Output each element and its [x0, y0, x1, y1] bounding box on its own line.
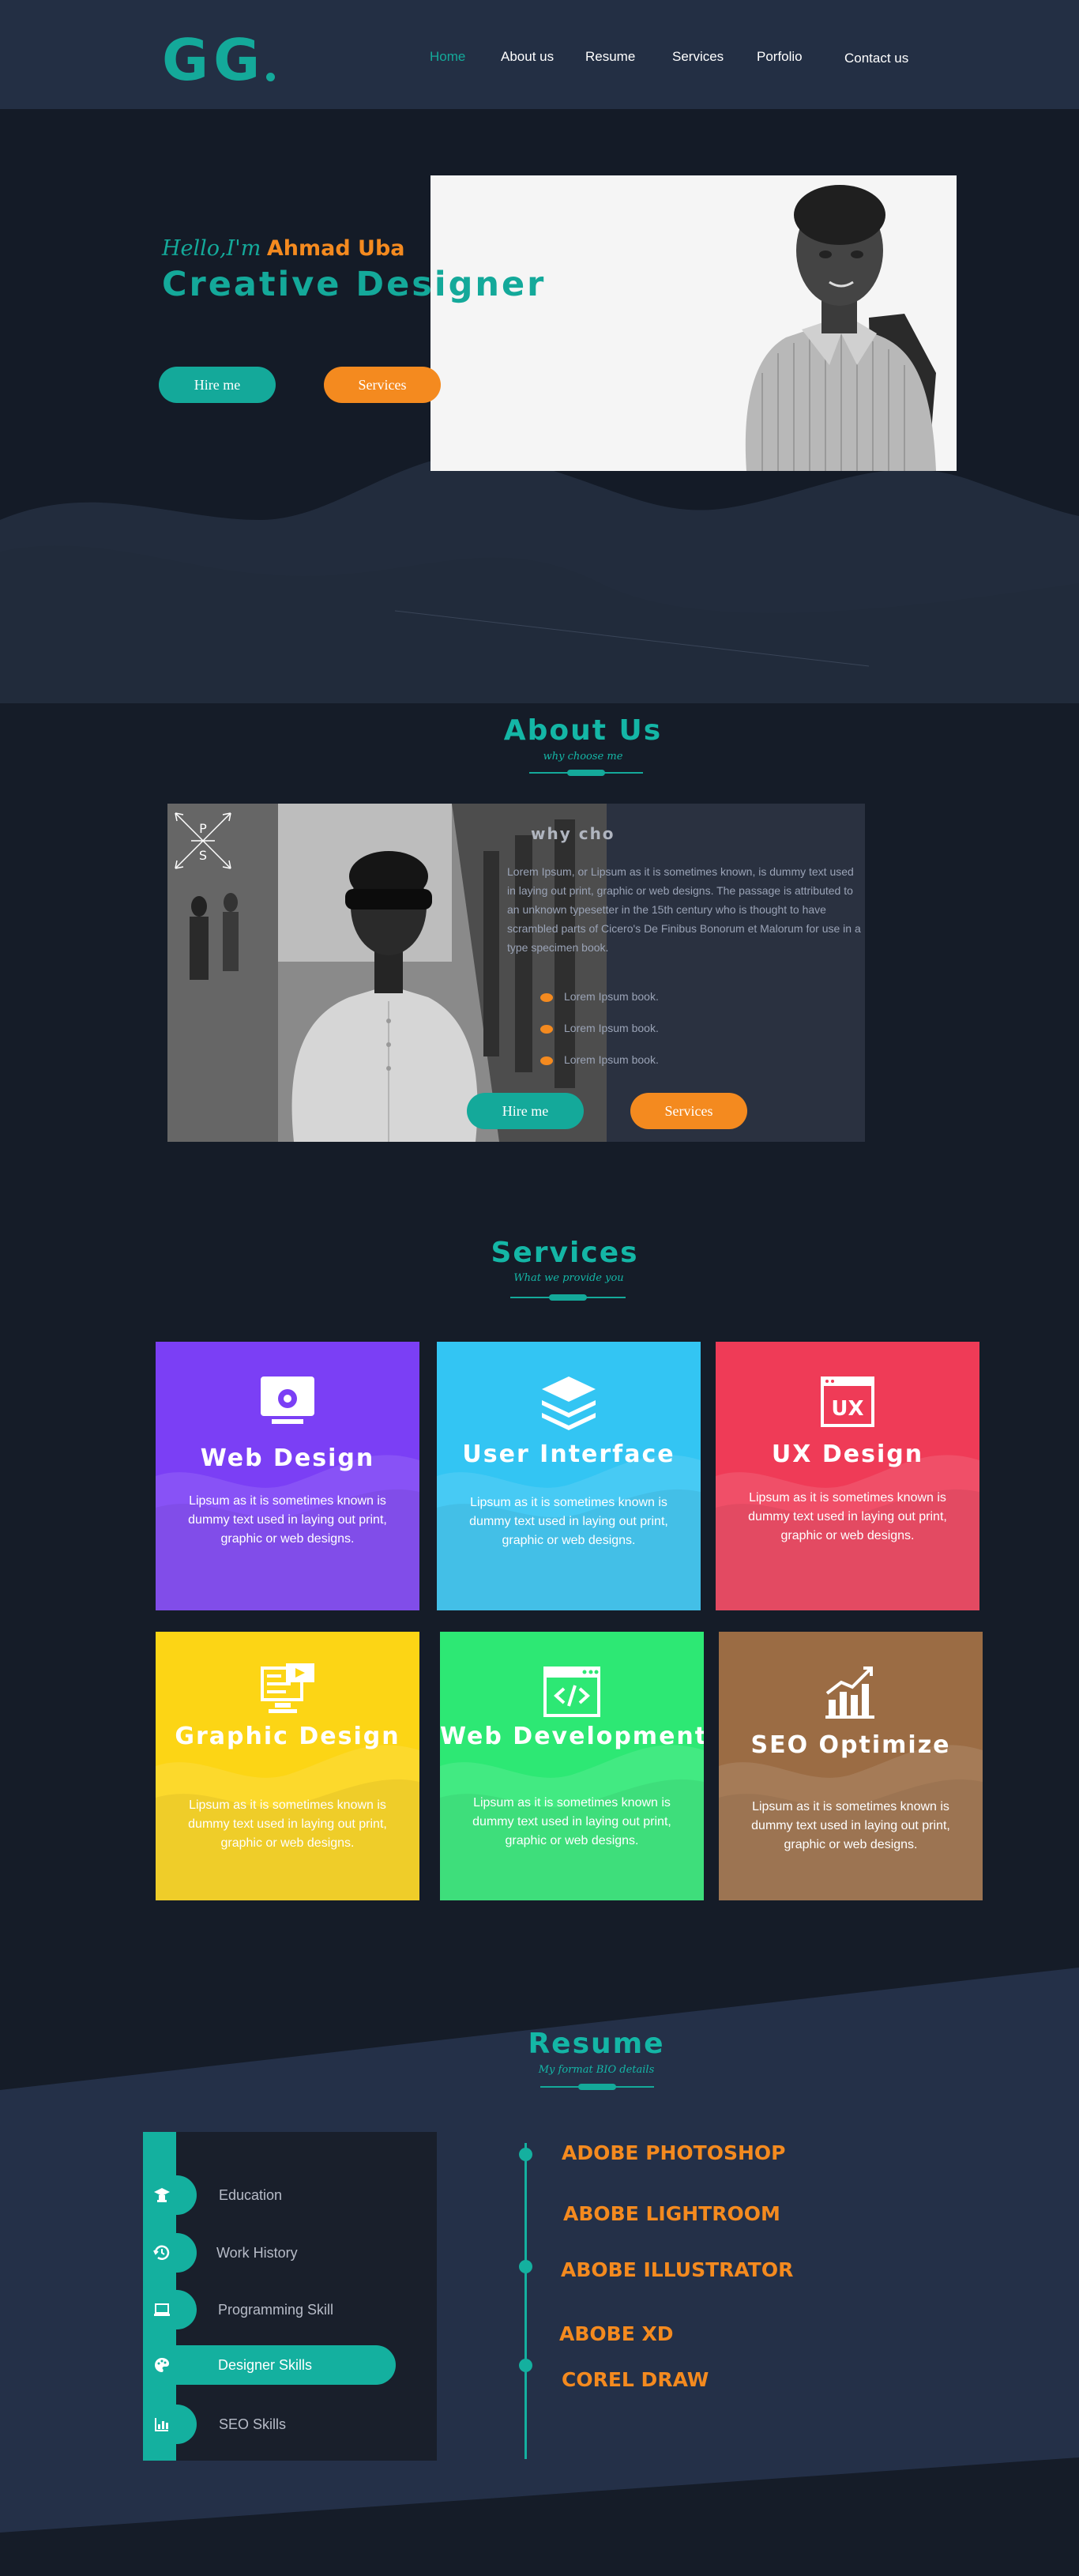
about-paragraph: Lorem Ipsum, or Lipsum as it is sometime…: [507, 865, 861, 954]
page: { "brand": {"logo_text": "GG", "accent":…: [0, 0, 1079, 2576]
about-bullet-2: Lorem Ipsum book.: [540, 1022, 659, 1034]
graphic-monitor-icon: [261, 1663, 314, 1713]
portrait-illustration: [430, 175, 957, 471]
svg-text:UX: UX: [831, 1397, 863, 1421]
about-hire-me-button[interactable]: Hire me: [467, 1093, 584, 1129]
about-card-heading: why cho: [531, 824, 615, 843]
menu-work-history[interactable]: Work History: [143, 2233, 437, 2273]
logo-text: GG: [162, 27, 265, 93]
about-bullet-1: Lorem Ipsum book.: [540, 990, 659, 1003]
about-title: About Us: [503, 714, 663, 747]
hero-role: Creative Designer: [162, 265, 547, 304]
hero-greeting: Hello,I'm Ahmad Uba: [162, 235, 405, 262]
menu-seo-skills[interactable]: SEO Skills: [143, 2405, 437, 2444]
about-photo: P S: [167, 804, 607, 1142]
service-card-desc: Lipsum as it is sometimes known is dummy…: [188, 1798, 387, 1850]
service-card[interactable]: Web Design Lipsum as it is sometimes know…: [156, 1342, 419, 1610]
services-button[interactable]: Services: [324, 367, 441, 403]
nav-about-us[interactable]: About us: [501, 49, 554, 65]
logo[interactable]: GG: [162, 27, 276, 93]
nav-services[interactable]: Services: [672, 49, 724, 65]
service-card[interactable]: SEO Optimize Lipsum as it is sometimes kn…: [719, 1632, 983, 1900]
service-card[interactable]: UX UX Design Lipsum as it is sometimes kno…: [716, 1342, 979, 1610]
timeline-dot: [519, 2359, 532, 2372]
palette-icon: [154, 2358, 170, 2372]
about-bullet-3: Lorem Ipsum book.: [540, 1053, 659, 1066]
service-card-desc: Lipsum as it is sometimes known is dummy…: [472, 1796, 671, 1847]
resume-divider: [540, 2084, 654, 2090]
hire-me-button[interactable]: Hire me: [159, 367, 276, 403]
services-divider: [510, 1294, 626, 1301]
laptop-icon: [154, 2303, 170, 2316]
menu-label-seo-skills: SEO Skills: [219, 2416, 287, 2432]
skill-adobe-photoshop: ADOBE PHOTOSHOP: [562, 2141, 786, 2164]
graduate-icon: [154, 2188, 170, 2202]
service-card-desc: Lipsum as it is sometimes known is dummy…: [188, 1494, 387, 1546]
resume-menu-panel: Education Work History Programming Skill…: [143, 2132, 437, 2461]
services-subtitle: What we provide you: [513, 1272, 624, 1284]
menu-programming-skill[interactable]: Programming Skill: [143, 2290, 437, 2329]
service-card-title: SEO Optimize: [750, 1731, 951, 1759]
timeline-dot: [519, 2260, 532, 2273]
about-services-button[interactable]: Services: [630, 1093, 747, 1129]
skill-corel-draw: COREL DRAW: [562, 2368, 709, 2391]
service-card-desc: Lipsum as it is sometimes known is dummy…: [469, 1496, 668, 1547]
menu-label-education: Education: [219, 2187, 283, 2203]
service-card-title: User Interface: [462, 1441, 675, 1468]
nav-resume[interactable]: Resume: [585, 49, 635, 65]
hero-name: Ahmad Uba: [266, 236, 405, 261]
about-card: P S why cho Lorem Ipsum, or Lipsum as it…: [167, 804, 865, 1142]
bar-chart-icon: [155, 2418, 168, 2431]
resume-subtitle: My format BIO details: [538, 2064, 655, 2076]
skill-abobe-xd: ABOBE XD: [559, 2322, 674, 2345]
service-card-desc: Lipsum as it is sometimes known is dummy…: [748, 1491, 947, 1542]
nav-home[interactable]: Home: [430, 49, 465, 65]
about-subtitle: why choose me: [543, 751, 623, 763]
top-navbar: GG Home About us Resume Services Porfoli…: [0, 0, 1079, 109]
service-card-title: Web Design: [200, 1444, 375, 1472]
ux-window-icon: UX: [821, 1377, 874, 1427]
service-card-desc: Lipsum as it is sometimes known is dummy…: [751, 1800, 950, 1851]
menu-designer-skills[interactable]: Designer Skills: [143, 2345, 437, 2385]
timeline-dot: [519, 2148, 532, 2161]
service-card[interactable]: Web Development Lipsum as it is sometimes…: [440, 1632, 704, 1900]
service-card-title: Web Development: [440, 1723, 704, 1750]
menu-education[interactable]: Education: [143, 2175, 437, 2215]
menu-label-programming-skill: Programming Skill: [218, 2302, 334, 2318]
resume-title: Resume: [528, 2028, 665, 2060]
service-card[interactable]: Graphic Design Lipsum as it is sometimes …: [156, 1632, 419, 1900]
skill-abobe-lightroom: ABOBE LIGHTROOM: [563, 2202, 780, 2225]
service-card-title: Graphic Design: [175, 1723, 400, 1750]
hero-portrait-image: [430, 175, 957, 471]
code-window-icon: [543, 1666, 600, 1717]
skills-timeline-line: [524, 2143, 527, 2459]
history-icon: [153, 2245, 170, 2260]
monitor-gear-icon: [261, 1377, 314, 1424]
nav-contact-us[interactable]: Contact us: [844, 51, 908, 66]
nav-portfolio[interactable]: Porfolio: [757, 49, 803, 65]
menu-label-work-history: Work History: [216, 2245, 298, 2261]
ps-crossed-arrows-badge: P S: [175, 812, 231, 869]
services-title: Services: [491, 1237, 639, 1269]
growth-chart-icon: [825, 1666, 874, 1719]
about-divider: [529, 770, 643, 776]
service-card[interactable]: User Interface Lipsum as it is sometimes …: [437, 1342, 701, 1610]
menu-label-designer-skills: Designer Skills: [218, 2357, 313, 2373]
badge-letter-bottom: S: [199, 848, 207, 863]
greeting-text: Hello,I'm: [162, 236, 261, 261]
badge-letter-top: P: [199, 821, 207, 836]
logo-dot: [266, 73, 276, 81]
service-card-title: UX Design: [771, 1441, 924, 1468]
layers-icon: [542, 1377, 596, 1430]
hero-section: Hello,I'm Ahmad Uba Creative Designer Hi…: [0, 109, 1079, 703]
skill-abobe-illustrator: ABOBE ILLUSTRATOR: [561, 2258, 794, 2281]
